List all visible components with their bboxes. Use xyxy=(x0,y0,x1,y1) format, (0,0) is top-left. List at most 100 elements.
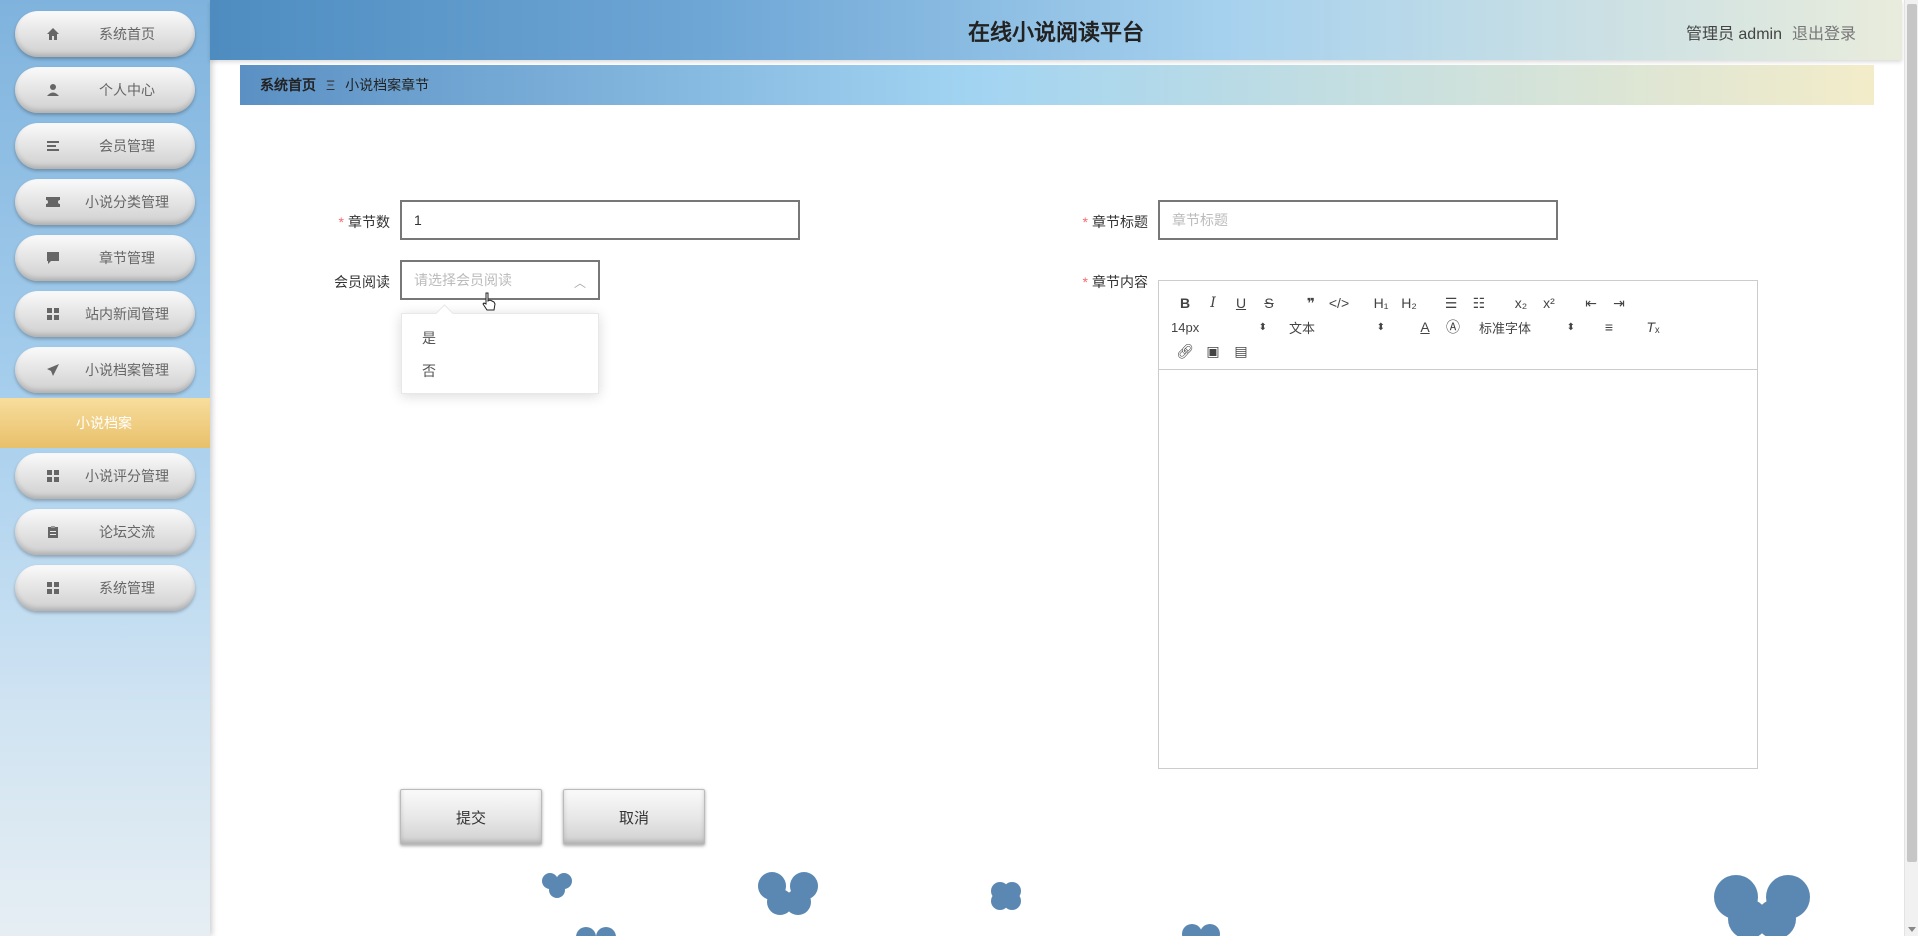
sidebar-item-label: 系统首页 xyxy=(99,26,155,42)
top-header: 在线小说阅读平台 管理员 admin 退出登录 xyxy=(210,0,1902,60)
grid-icon xyxy=(45,306,61,322)
italic-icon[interactable]: I xyxy=(1199,291,1227,315)
background-color-icon[interactable]: Ⓐ xyxy=(1439,315,1467,339)
font-family-select[interactable]: 标准字体 ⬍ xyxy=(1479,318,1575,337)
breadcrumb-current: 小说档案章节 xyxy=(345,77,430,93)
scroll-down-icon[interactable] xyxy=(1908,927,1916,932)
chapter-number-input[interactable]: 1 xyxy=(400,200,800,240)
select-caret-icon: ⬍ xyxy=(1566,321,1575,333)
format-select[interactable]: 文本 ⬍ xyxy=(1289,318,1385,337)
grid-icon xyxy=(45,468,61,484)
sidebar-sub-item-novel-archive[interactable]: 小说档案 xyxy=(0,398,210,448)
clover-decoration xyxy=(572,924,622,936)
bold-icon[interactable]: B xyxy=(1171,291,1199,315)
heading1-icon[interactable]: H₁ xyxy=(1367,291,1395,315)
sidebar-forum-button[interactable]: 论坛交流 xyxy=(15,509,195,555)
sidebar-item-label: 论坛交流 xyxy=(99,524,155,540)
logout-link[interactable]: 退出登录 xyxy=(1792,20,1856,44)
sidebar-item-news: 站内新闻管理 xyxy=(0,286,210,342)
sidebar-item-label: 站内新闻管理 xyxy=(85,306,169,322)
sidebar-system-button[interactable]: 系统管理 xyxy=(15,565,195,611)
sidebar-item-chapters: 章节管理 xyxy=(0,230,210,286)
sidebar-item-profile: 个人中心 xyxy=(0,62,210,118)
chapter-title-input[interactable]: 章节标题 xyxy=(1158,200,1558,240)
required-mark: * xyxy=(1082,214,1088,230)
sidebar-ratings-button[interactable]: 小说评分管理 xyxy=(15,453,195,499)
clover-decoration xyxy=(1710,875,1814,936)
app-title: 在线小说阅读平台 xyxy=(967,20,1144,45)
clover-decoration xyxy=(1178,922,1224,936)
sidebar-home-button[interactable]: 系统首页 xyxy=(15,11,195,57)
send-icon xyxy=(45,362,61,378)
submit-button[interactable]: 提交 xyxy=(400,789,542,845)
heading2-icon[interactable]: H₂ xyxy=(1395,291,1423,315)
home-icon xyxy=(45,26,61,42)
sidebar-item-archives: 小说档案管理 xyxy=(0,342,210,398)
sidebar-item-categories: 小说分类管理 xyxy=(0,174,210,230)
sidebar-item-label: 小说评分管理 xyxy=(85,468,169,484)
page-scrollbar[interactable] xyxy=(1904,0,1918,936)
sidebar-members-button[interactable]: 会员管理 xyxy=(15,123,195,169)
member-read-placeholder: 请选择会员阅读 xyxy=(414,272,512,288)
sidebar-item-members: 会员管理 xyxy=(0,118,210,174)
code-icon[interactable]: </> xyxy=(1325,291,1353,315)
sidebar-item-label: 小说分类管理 xyxy=(85,194,169,210)
required-mark: * xyxy=(338,214,344,230)
chapter-title-label: * 章节标题 xyxy=(1082,214,1148,230)
sidebar-item-label: 章节管理 xyxy=(99,250,155,266)
indent-icon[interactable]: ⇥ xyxy=(1605,291,1633,315)
member-read-label: 会员阅读 xyxy=(334,274,390,290)
select-caret-icon: ⬍ xyxy=(1258,321,1267,333)
sidebar-profile-button[interactable]: 个人中心 xyxy=(15,67,195,113)
editor-content-area[interactable] xyxy=(1159,370,1757,768)
bullet-list-icon[interactable]: ☷ xyxy=(1465,291,1493,315)
sidebar-item-forum: 论坛交流 xyxy=(0,504,210,560)
outdent-icon[interactable]: ⇤ xyxy=(1577,291,1605,315)
scrollbar-thumb[interactable] xyxy=(1907,4,1917,862)
image-icon[interactable]: ▣ xyxy=(1199,339,1227,363)
ordered-list-icon[interactable]: ☰ xyxy=(1437,291,1465,315)
sidebar-categories-button[interactable]: 小说分类管理 xyxy=(15,179,195,225)
clear-format-icon[interactable]: Tₓ xyxy=(1639,315,1667,339)
sidebar-item-label: 小说档案管理 xyxy=(85,362,169,378)
align-icon[interactable]: ≡ xyxy=(1595,315,1623,339)
select-caret-icon: ⬍ xyxy=(1376,321,1385,333)
dropdown-option-yes[interactable]: 是 xyxy=(402,322,598,355)
sidebar-item-home: 系统首页 xyxy=(0,6,210,62)
dropdown-option-no[interactable]: 否 xyxy=(402,355,598,388)
sidebar-archives-button[interactable]: 小说档案管理 xyxy=(15,347,195,393)
toolbar-row-2: 14px ⬍ 文本 ⬍ A Ⓐ 标准字体 ⬍ ≡ Tₓ xyxy=(1171,315,1747,339)
font-color-icon[interactable]: A xyxy=(1411,315,1439,339)
rich-text-editor: B I U S ❞ </> H₁ H₂ ☰ ☷ x₂ x² ⇤ ⇥ 14px⬍ xyxy=(1158,280,1758,769)
sidebar-item-system: 系统管理 xyxy=(0,560,210,616)
cancel-button[interactable]: 取消 xyxy=(563,789,705,845)
underline-icon[interactable]: U xyxy=(1227,291,1255,315)
sidebar-news-button[interactable]: 站内新闻管理 xyxy=(15,291,195,337)
breadcrumb-home-link[interactable]: 系统首页 xyxy=(260,75,316,95)
chevron-up-icon: ︿ xyxy=(573,276,586,290)
clover-decoration xyxy=(756,872,822,919)
sidebar-item-label: 系统管理 xyxy=(99,580,155,596)
grid-icon xyxy=(45,580,61,596)
link-icon[interactable]: 🔗︎ xyxy=(1171,339,1199,363)
blockquote-icon[interactable]: ❞ xyxy=(1297,291,1325,315)
subscript-icon[interactable]: x₂ xyxy=(1507,291,1535,315)
user-area: 管理员 admin 退出登录 xyxy=(1686,20,1856,44)
required-mark: * xyxy=(1082,274,1088,290)
sidebar-item-label: 会员管理 xyxy=(99,138,155,154)
hand-pointer-icon xyxy=(481,292,497,317)
user-icon xyxy=(45,82,61,98)
font-size-select[interactable]: 14px ⬍ xyxy=(1171,320,1267,335)
chapter-number-label: * 章节数 xyxy=(338,214,390,230)
member-read-select[interactable]: 请选择会员阅读 ︿ xyxy=(400,260,600,300)
strikethrough-icon[interactable]: S xyxy=(1255,291,1283,315)
breadcrumb-separator-icon: Ξ xyxy=(326,77,336,93)
superscript-icon[interactable]: x² xyxy=(1535,291,1563,315)
clover-decoration xyxy=(988,880,1024,915)
clipboard-icon xyxy=(45,524,61,540)
video-icon[interactable]: ▤ xyxy=(1227,339,1255,363)
toolbar-row-1: B I U S ❞ </> H₁ H₂ ☰ ☷ x₂ x² ⇤ ⇥ xyxy=(1171,291,1747,315)
ticket-icon xyxy=(45,194,61,210)
sidebar-chapters-button[interactable]: 章节管理 xyxy=(15,235,195,281)
chapter-content-label: * 章节内容 xyxy=(1082,274,1148,290)
